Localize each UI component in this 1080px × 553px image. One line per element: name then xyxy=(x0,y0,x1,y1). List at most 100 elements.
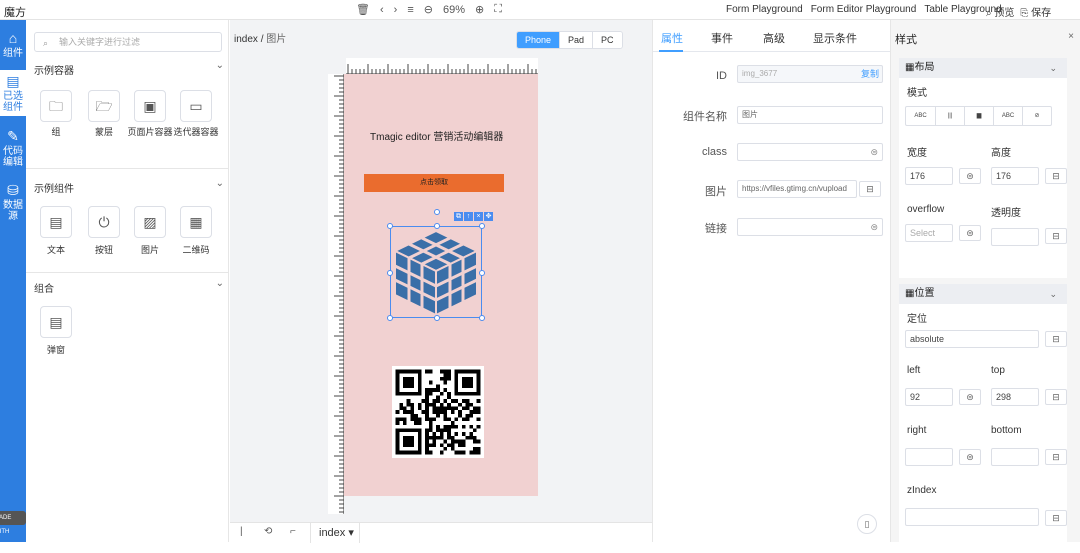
mode-option[interactable]: ABC xyxy=(906,107,935,125)
page-bar: | ⟲ ⌐ index ▾ xyxy=(230,522,652,543)
resize-handle[interactable] xyxy=(434,315,440,321)
resize-handle[interactable] xyxy=(387,223,393,229)
mode-option[interactable]: ABC xyxy=(993,107,1022,125)
overflow-select[interactable]: Select xyxy=(905,224,953,242)
canvas-page[interactable]: Tmagic editor 营销活动编辑器 点击领取 ⧉ ↑ × ✥ xyxy=(344,74,538,496)
move-icon[interactable]: ✥ xyxy=(484,212,493,221)
rail-item-components[interactable]: ⌂ 组件 xyxy=(0,30,26,59)
canvas-button[interactable]: 点击领取 xyxy=(364,174,504,192)
selected-image[interactable] xyxy=(387,209,485,321)
sidebar-toggle-icon[interactable]: | xyxy=(240,526,243,537)
tab-display-conditions[interactable]: 显示条件 xyxy=(813,30,857,46)
top-input[interactable]: 298 xyxy=(991,388,1039,406)
breadcrumb-root[interactable]: index xyxy=(234,34,258,45)
delete-icon[interactable]: 🗑 xyxy=(356,3,370,16)
up-icon[interactable]: ↑ xyxy=(464,212,473,221)
tab-pad[interactable]: Pad xyxy=(559,32,593,48)
height-input[interactable]: 176 xyxy=(991,167,1039,185)
rail-item-datasource[interactable]: ⛁ 数据源 xyxy=(0,182,26,222)
tab-events[interactable]: 事件 xyxy=(711,30,733,46)
canvas-title-text[interactable]: Tmagic editor 营销活动编辑器 xyxy=(370,128,503,143)
width-input[interactable]: 176 xyxy=(905,167,953,185)
group-title-composite[interactable]: 组合 ⌄ xyxy=(34,278,224,295)
left-input[interactable]: 92 xyxy=(905,388,953,406)
component-item-button[interactable]: ⏻ xyxy=(88,206,120,238)
section-layout[interactable]: ▦布局 ⌄ xyxy=(899,58,1067,78)
component-label: 弹窗 xyxy=(46,345,65,355)
close-icon[interactable]: × xyxy=(474,212,483,221)
upload-button[interactable]: ⊟ xyxy=(859,181,881,197)
component-item-dialog[interactable]: ▤ xyxy=(40,306,72,338)
preview-button[interactable]: ⌕ 预览 xyxy=(986,4,1014,19)
resize-handle[interactable] xyxy=(387,315,393,321)
component-item-mask[interactable]: 🗁 xyxy=(88,90,120,122)
tab-advanced[interactable]: 高级 xyxy=(763,30,785,46)
resize-handle[interactable] xyxy=(479,315,485,321)
height-unit-button[interactable]: ⊟ xyxy=(1045,168,1067,184)
resize-handle[interactable] xyxy=(479,270,485,276)
left-unit-button[interactable]: ⊜ xyxy=(959,389,981,405)
save-button[interactable]: ⎘ 保存 xyxy=(1020,4,1051,19)
group-title-components[interactable]: 示例组件 ⌄ xyxy=(34,178,224,195)
component-item-group[interactable]: 🗀 xyxy=(40,90,72,122)
component-panel: ⌕ 输入关键字进行过滤 示例容器 ⌄ 🗀 组 🗁 蒙层 ▣ 页面片容器 ▭ 迭代… xyxy=(26,20,229,542)
page-icon[interactable]: ⌐ xyxy=(290,526,296,537)
page-tab-index[interactable]: index ▾ xyxy=(310,523,360,543)
group-title-containers[interactable]: 示例容器 ⌄ xyxy=(34,60,224,77)
tab-attributes[interactable]: 属性 xyxy=(661,30,683,46)
code-icon[interactable]: ⊜ xyxy=(870,144,878,160)
pos-input[interactable]: absolute xyxy=(905,330,1039,348)
document-icon[interactable]: ▯ xyxy=(857,514,877,534)
resize-handle[interactable] xyxy=(479,223,485,229)
top-unit-button[interactable]: ⊟ xyxy=(1045,389,1067,405)
component-item-page-fragment[interactable]: ▣ xyxy=(134,90,166,122)
component-item-text[interactable]: ▤ xyxy=(40,206,72,238)
qrcode-image[interactable] xyxy=(392,366,484,458)
resize-handle[interactable] xyxy=(387,270,393,276)
copy-icon[interactable]: ⧉ xyxy=(454,212,463,221)
bottom-input[interactable] xyxy=(991,448,1039,466)
component-item-iterator[interactable]: ▭ xyxy=(180,90,212,122)
src-field[interactable]: https://vfiles.gtimg.cn/vupload xyxy=(737,180,857,198)
copy-button[interactable]: 复制 xyxy=(861,66,879,82)
right-input[interactable] xyxy=(905,448,953,466)
link-field[interactable]: ⊜ xyxy=(737,218,883,236)
divider xyxy=(26,168,229,169)
rotate-handle[interactable] xyxy=(434,209,440,215)
link-icon[interactable]: ⊜ xyxy=(870,219,878,235)
mode-option[interactable]: ||| xyxy=(935,107,964,125)
resize-handle[interactable] xyxy=(434,223,440,229)
overflow-button[interactable]: ⊜ xyxy=(959,225,981,241)
link-form-editor-playground[interactable]: Form Editor Playground xyxy=(811,4,917,15)
undo-icon[interactable]: ‹ xyxy=(380,4,384,16)
component-search-input[interactable]: ⌕ 输入关键字进行过滤 xyxy=(34,32,222,52)
link-form-playground[interactable]: Form Playground xyxy=(726,4,803,15)
zindex-input[interactable] xyxy=(905,508,1039,526)
fullscreen-icon[interactable]: ⛶ xyxy=(494,3,502,16)
close-icon[interactable]: × xyxy=(1068,31,1074,42)
width-unit-button[interactable]: ⊜ xyxy=(959,168,981,184)
rail-item-code[interactable]: ✎ 代码编辑 xyxy=(0,128,26,168)
section-position[interactable]: ▦位置 ⌄ xyxy=(899,284,1067,304)
zoom-level: 69% xyxy=(442,3,465,16)
name-field[interactable]: 图片 xyxy=(737,106,883,124)
pos-button[interactable]: ⊟ xyxy=(1045,331,1067,347)
component-item-qrcode[interactable]: ▦ xyxy=(180,206,212,238)
opacity-input[interactable] xyxy=(991,228,1039,246)
zoom-in-icon[interactable]: ⊕ xyxy=(475,3,484,16)
right-unit-button[interactable]: ⊜ xyxy=(959,449,981,465)
tab-pc[interactable]: PC xyxy=(592,32,622,48)
component-item-image[interactable]: ▨ xyxy=(134,206,166,238)
bottom-unit-button[interactable]: ⊟ xyxy=(1045,449,1067,465)
zoom-out-icon[interactable]: ⊖ xyxy=(424,3,433,16)
mode-option[interactable]: ▆ xyxy=(964,107,993,125)
zindex-button[interactable]: ⊟ xyxy=(1045,510,1067,526)
opacity-button[interactable]: ⊟ xyxy=(1045,228,1067,244)
rail-item-selected[interactable]: ▤ 已选组件 xyxy=(0,70,26,116)
class-field[interactable]: ⊜ xyxy=(737,143,883,161)
align-icon[interactable]: ≡ xyxy=(407,4,413,16)
refresh-icon[interactable]: ⟲ xyxy=(264,526,272,537)
tab-phone[interactable]: Phone xyxy=(517,32,560,48)
redo-icon[interactable]: › xyxy=(394,4,398,16)
mode-option[interactable]: ⊘ xyxy=(1022,107,1051,125)
